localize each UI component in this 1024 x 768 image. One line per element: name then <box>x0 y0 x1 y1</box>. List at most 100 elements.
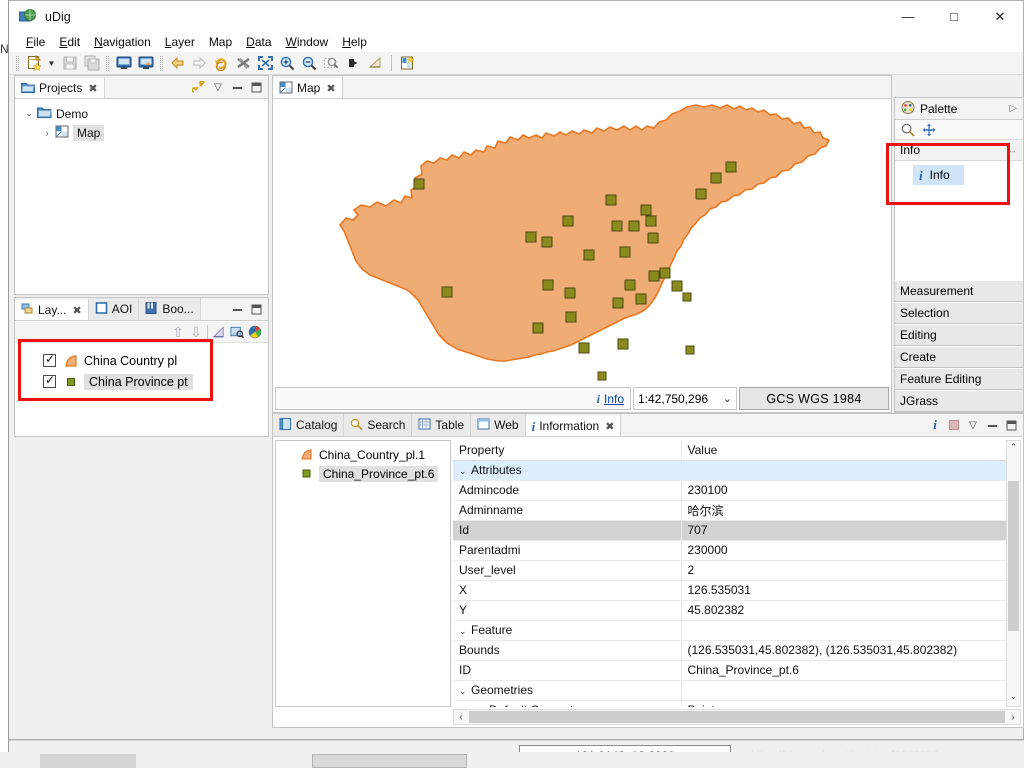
menu-navigation[interactable]: Navigation <box>87 34 158 50</box>
palette-section-jgrass[interactable]: JGrass <box>895 390 1023 412</box>
view-menu-icon[interactable]: ▽ <box>966 418 980 432</box>
tab-layers-close[interactable]: ✖ <box>72 304 81 317</box>
layer-row-china-province[interactable]: China Province pt <box>15 371 268 392</box>
zoom-select-icon[interactable] <box>321 53 342 73</box>
scroll-right-arrow[interactable]: › <box>1006 712 1020 723</box>
layer-color-icon[interactable] <box>248 325 262 339</box>
table-row[interactable]: ⌄ Geometries <box>453 680 1021 701</box>
menu-data[interactable]: Data <box>239 34 278 50</box>
horizontal-scroll-thumb[interactable] <box>469 711 1005 723</box>
feature-row-china-province[interactable]: China_Province_pt.6 <box>276 464 450 483</box>
menu-file[interactable]: File <box>19 34 52 50</box>
table-row[interactable]: Parentadmi 230000 <box>453 540 1021 561</box>
table-row[interactable]: Bounds (126.535031,45.802382), (126.5350… <box>453 640 1021 661</box>
table-row[interactable]: ⌄ Feature <box>453 620 1021 641</box>
map-canvas[interactable] <box>274 100 890 385</box>
minimize-view-icon[interactable] <box>230 80 244 94</box>
tree-node-demo[interactable]: ⌄ Demo <box>15 104 268 123</box>
palette-pan-icon[interactable] <box>922 123 936 137</box>
new-dropdown-icon[interactable]: ▼ <box>45 59 58 68</box>
feature-row-china-country[interactable]: China_Country_pl.1 <box>276 445 450 464</box>
tab-layers[interactable]: Lay... ✖ <box>15 298 89 320</box>
zoom-in-icon[interactable] <box>277 53 298 73</box>
chevron-down-icon[interactable]: ⌄ <box>477 706 489 707</box>
palette-drawer-title[interactable]: Info ↔ <box>895 140 1023 161</box>
palette-section-selection[interactable]: Selection <box>895 302 1023 324</box>
scale-combo[interactable]: 1:42,750,296 ⌄ <box>633 387 737 410</box>
tab-search[interactable]: Search <box>344 414 413 436</box>
chevron-down-icon[interactable]: ⌄ <box>21 108 37 119</box>
save-icon[interactable] <box>59 53 80 73</box>
table-row[interactable]: Adminname 哈尔滨 <box>453 500 1021 521</box>
minimize-button[interactable]: — <box>885 1 931 32</box>
palette-section-measurement[interactable]: Measurement <box>895 280 1023 302</box>
menu-edit[interactable]: Edit <box>52 34 87 50</box>
chevron-down-icon[interactable]: ⌄ <box>459 686 471 697</box>
minimize-view-icon[interactable] <box>985 418 999 432</box>
tab-aoi[interactable]: AOI <box>88 298 140 320</box>
table-row[interactable]: Id 707 <box>453 520 1021 541</box>
stop-icon[interactable] <box>947 418 961 432</box>
property-table-vertical-scrollbar[interactable]: ⌃ ⌄ <box>1006 440 1021 707</box>
tab-map-close[interactable]: ✖ <box>326 82 335 95</box>
maximize-button[interactable]: □ <box>931 1 977 32</box>
save-all-icon[interactable] <box>81 53 102 73</box>
move-layer-down-icon[interactable]: ⇩ <box>189 324 203 340</box>
menu-map[interactable]: Map <box>202 34 239 50</box>
table-row[interactable]: Y 45.802382 <box>453 600 1021 621</box>
palette-entry-info[interactable]: i Info <box>913 165 964 185</box>
palette-section-feature-editing[interactable]: Feature Editing <box>895 368 1023 390</box>
menu-help[interactable]: Help <box>335 34 374 50</box>
zoom-to-layer-icon[interactable] <box>230 325 244 339</box>
palette-section-editing[interactable]: Editing <box>895 324 1023 346</box>
layer-checkbox-china-country[interactable] <box>43 352 56 367</box>
palette-search-icon[interactable] <box>901 123 915 137</box>
palette-pin-icon[interactable]: ▷ <box>1009 103 1017 114</box>
chevron-down-icon[interactable]: ⌄ <box>459 626 471 637</box>
table-row[interactable]: ⌄Default Geometry Point <box>453 700 1021 707</box>
tree-node-map[interactable]: › Map <box>15 123 268 142</box>
chevron-down-icon[interactable]: ⌄ <box>723 392 732 405</box>
move-layer-up-icon[interactable]: ⇧ <box>171 324 185 340</box>
zoom-out-icon[interactable] <box>299 53 320 73</box>
layer-row-china-country[interactable]: China Country pl <box>15 350 268 371</box>
close-button[interactable]: ✕ <box>977 1 1023 32</box>
crs-button[interactable]: GCS WGS 1984 <box>739 387 889 410</box>
info-icon[interactable]: i <box>928 417 942 432</box>
scroll-up-arrow[interactable]: ⌃ <box>1007 442 1020 456</box>
stop-render-icon[interactable] <box>233 53 254 73</box>
taskbar-thumbnail-left[interactable] <box>40 754 136 768</box>
maximize-view-icon[interactable] <box>249 80 263 94</box>
chevron-down-icon[interactable]: ⌄ <box>459 466 471 477</box>
property-table-container[interactable]: Property Value ⌄ Attributes Admincode 230… <box>453 440 1021 707</box>
tab-projects-close[interactable]: ✖ <box>88 82 97 95</box>
style-icon[interactable] <box>365 53 386 73</box>
tab-web[interactable]: Web <box>471 414 526 436</box>
table-row[interactable]: X 126.535031 <box>453 580 1021 601</box>
tab-bookmarks[interactable]: Boo... <box>139 298 201 320</box>
drawer-collapse-icon[interactable]: ↔ <box>1008 145 1017 155</box>
layer-style-icon[interactable] <box>212 325 226 339</box>
tab-table[interactable]: Table <box>412 414 472 436</box>
minimize-view-icon[interactable] <box>230 302 244 316</box>
menu-window[interactable]: Window <box>279 34 336 50</box>
table-row[interactable]: Admincode 230100 <box>453 480 1021 501</box>
taskbar-thumbnail-right[interactable] <box>312 754 467 768</box>
scroll-down-arrow[interactable]: ⌄ <box>1007 691 1020 705</box>
chevron-right-icon[interactable]: › <box>39 128 55 138</box>
menu-layer[interactable]: Layer <box>158 34 202 50</box>
tab-information[interactable]: i Information ✖ <box>525 414 622 436</box>
pan-icon[interactable] <box>343 53 364 73</box>
maximize-view-icon[interactable] <box>249 302 263 316</box>
vertical-scroll-thumb[interactable] <box>1008 481 1019 631</box>
forward-icon[interactable] <box>189 53 210 73</box>
table-row[interactable]: User_level 2 <box>453 560 1021 581</box>
tab-projects[interactable]: Projects ✖ <box>15 76 105 98</box>
view-menu-icon[interactable]: ▽ <box>211 80 225 94</box>
refresh-icon[interactable] <box>211 53 232 73</box>
new-map-icon[interactable] <box>397 53 418 73</box>
zoom-extent-icon[interactable] <box>255 53 276 73</box>
show-view-icon[interactable] <box>113 53 134 73</box>
scroll-left-arrow[interactable]: ‹ <box>454 712 468 723</box>
link-icon[interactable] <box>192 80 206 94</box>
